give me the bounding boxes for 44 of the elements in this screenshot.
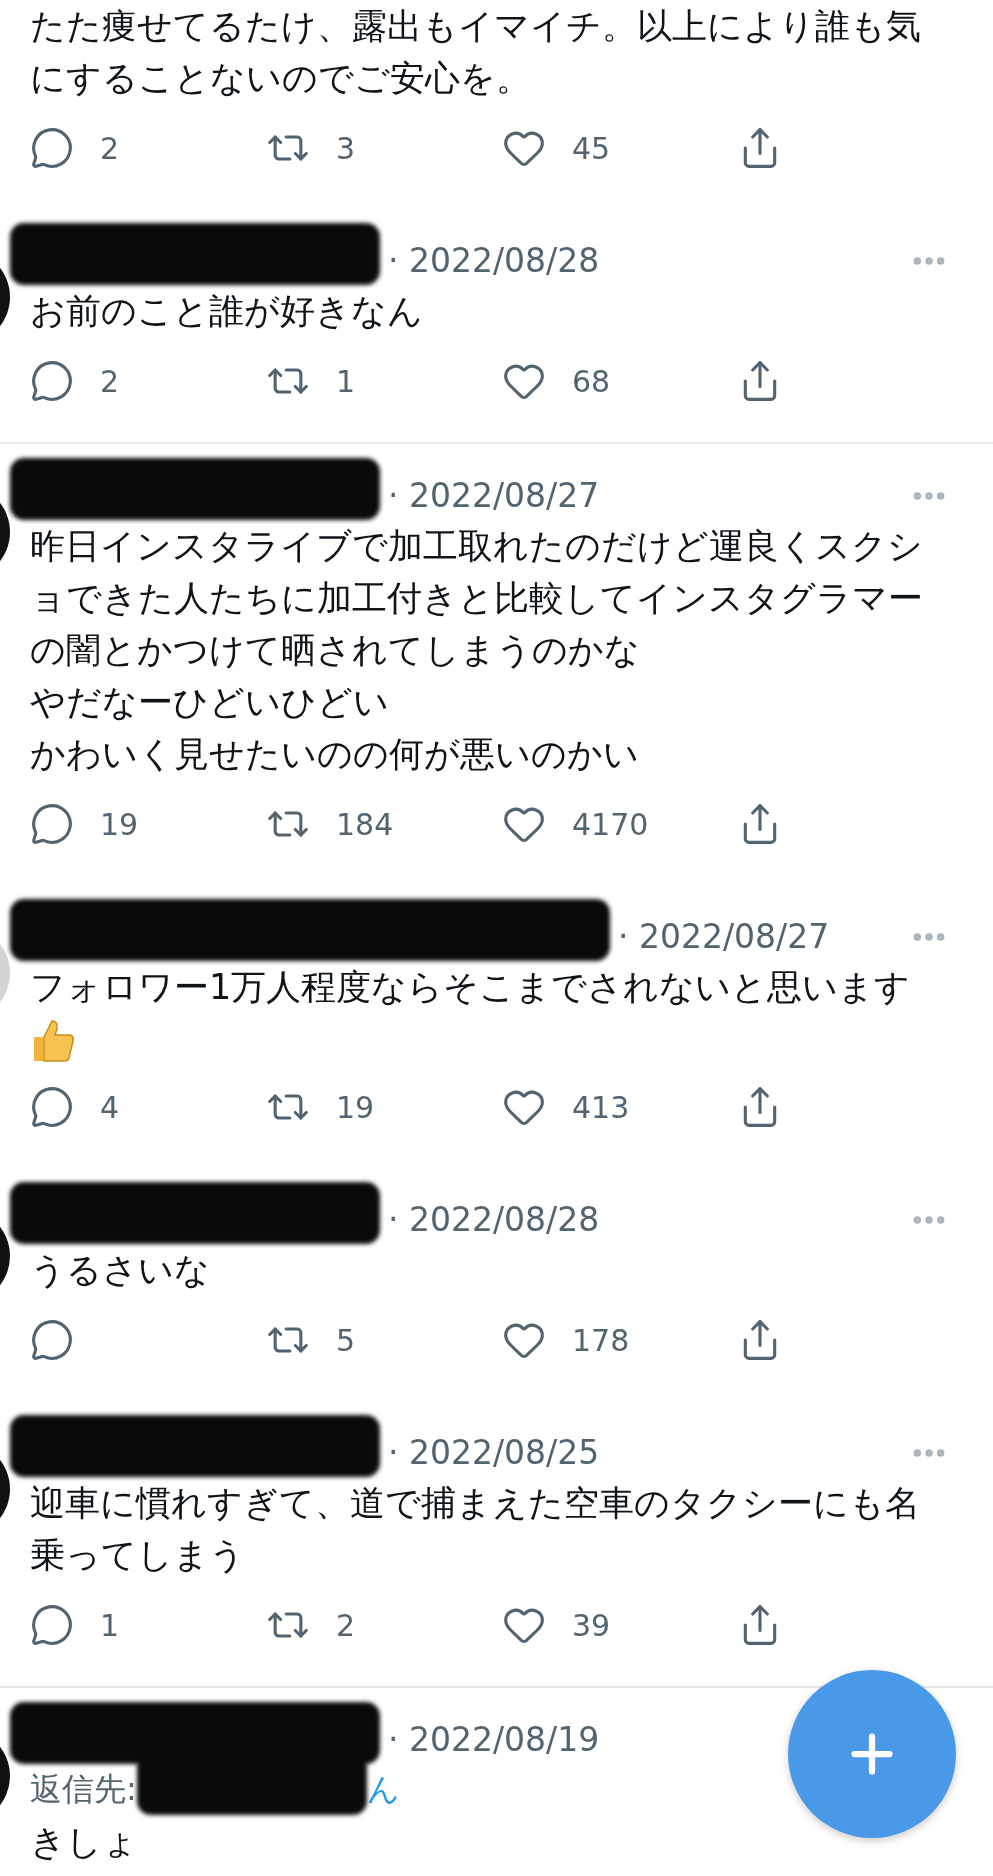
- tweet-text: お前のこと誰が好きなん: [30, 290, 424, 333]
- tweet-text: フォロワー1万人程度ならそこまでされないと思います: [30, 966, 912, 1009]
- retweet-count: 5: [336, 1322, 356, 1358]
- tweet-text: きしょ: [30, 1821, 139, 1864]
- reply-icon[interactable]: [30, 1318, 74, 1362]
- tweet-text: の闇とかつけて晒されてしまうのかな: [30, 629, 641, 672]
- tweet-date: · 2022/08/28: [388, 1199, 600, 1239]
- tweet-text: たた痩せてるたけ、露出もイマイチ。以上により誰も気: [30, 5, 922, 48]
- reply-count: 4: [100, 1089, 120, 1125]
- reply-count: 2: [100, 130, 120, 166]
- reply-icon[interactable]: [30, 126, 74, 170]
- tweet-text: 昨日インスタライブで加工取れたのだけど運良くスクシ: [30, 525, 924, 568]
- tweet-text: 迎車に慣れすぎて、道で捕まえた空車のタクシーにも名: [30, 1482, 921, 1525]
- retweet-count: 1: [336, 363, 356, 399]
- like-count: 413: [572, 1089, 630, 1125]
- like-count: 39: [572, 1607, 611, 1643]
- reply-count: 1: [100, 1607, 120, 1643]
- tweet-date: · 2022/08/27: [618, 916, 830, 956]
- reply-count: 19: [100, 806, 139, 842]
- tweet-date: · 2022/08/27: [388, 475, 600, 515]
- reply-icon[interactable]: [30, 1085, 74, 1129]
- retweet-count: 3: [336, 130, 356, 166]
- like-count: 4170: [572, 806, 649, 842]
- tweet-date: · 2022/08/28: [388, 240, 600, 280]
- retweet-count: 184: [336, 806, 394, 842]
- tweet-date: · 2022/08/25: [388, 1432, 600, 1472]
- tweet-date: · 2022/08/19: [388, 1719, 600, 1759]
- reply-to-link[interactable]: ん: [366, 1768, 400, 1812]
- tweet-text: やだなーひどいひどい: [30, 681, 390, 724]
- retweet-count: 2: [336, 1607, 356, 1643]
- tweet-text: ョできた人たちに加工付きと比較してインスタグラマー: [30, 577, 924, 620]
- reply-icon[interactable]: [30, 1603, 74, 1647]
- tweet-text: にすることないのでご安心を。: [30, 57, 532, 100]
- reply-to-label: 返信先:: [30, 1769, 137, 1810]
- reply-count: 2: [100, 363, 120, 399]
- like-count: 68: [572, 363, 611, 399]
- tweet-text: 乗ってしまう: [30, 1534, 246, 1577]
- reply-icon[interactable]: [30, 802, 74, 846]
- like-count: 45: [572, 130, 611, 166]
- tweet-text: うるさいな: [30, 1249, 211, 1292]
- like-count: 178: [572, 1322, 630, 1358]
- reply-icon[interactable]: [30, 359, 74, 403]
- tweet-text: かわいく見せたいのの何が悪いのかい: [30, 733, 640, 776]
- retweet-count: 19: [336, 1089, 375, 1125]
